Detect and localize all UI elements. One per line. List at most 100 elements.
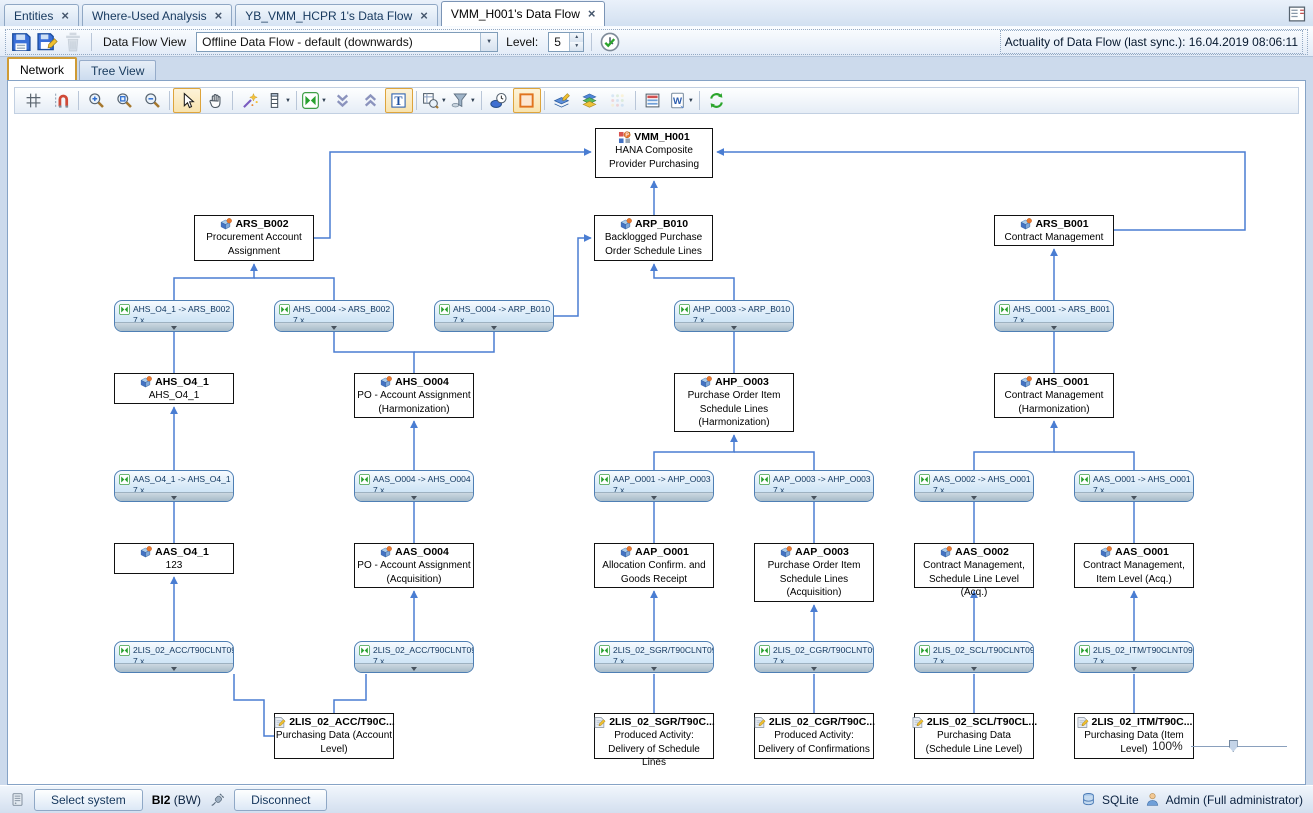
zoom-slider-thumb[interactable] — [1229, 740, 1238, 752]
chevron-down-icon[interactable]: ▼ — [285, 98, 291, 104]
collapse-all-button[interactable] — [329, 88, 357, 113]
zoom-in-button[interactable] — [82, 88, 110, 113]
transformation-expand-handle[interactable] — [355, 663, 473, 672]
entity-node-ds-2lis-02-acc[interactable]: 2LIS_02_ACC/T90C...Purchasing Data (Acco… — [274, 713, 394, 759]
zoom-out-button[interactable] — [138, 88, 166, 113]
transformation-expand-handle[interactable] — [595, 663, 713, 672]
tab-tree-view[interactable]: Tree View — [79, 60, 156, 80]
chevron-down-icon[interactable]: ▼ — [688, 98, 694, 104]
transformation-expand-handle[interactable] — [995, 322, 1113, 331]
transformation-node-tr-ahs-o4-1-ars-b002[interactable]: AHS_O4_1 -> ARS_B0027.x — [114, 300, 234, 332]
transformation-node-tr-2lis-02-scl[interactable]: 2LIS_02_SCL/T90CLNT090 ->...7.x — [914, 641, 1034, 673]
chevron-down-icon[interactable]: ▼ — [441, 98, 447, 104]
transformation-expand-handle[interactable] — [435, 322, 553, 331]
document-tab-yb-vmm-hcpr-1-s-data-flow[interactable]: YB_VMM_HCPR 1's Data Flow× — [235, 4, 438, 26]
grid-button[interactable] — [19, 88, 47, 113]
transformation-expand-handle[interactable] — [595, 492, 713, 501]
transformation-filter-button[interactable]: ▼ — [300, 88, 329, 113]
transformation-expand-handle[interactable] — [1075, 663, 1193, 672]
clock-check-icon[interactable] — [599, 32, 621, 52]
transformation-node-tr-aap-o003-ahp-o003[interactable]: AAP_O003 -> AHP_O0037.x — [754, 470, 874, 502]
snap-button[interactable] — [47, 88, 75, 113]
text-display-button[interactable]: T — [385, 88, 413, 113]
word-export-button[interactable]: W▼ — [667, 88, 696, 113]
document-tab-entities[interactable]: Entities× — [4, 4, 79, 26]
data-flow-select[interactable]: Offline Data Flow - default (downwards) … — [196, 32, 498, 52]
entity-node-vmm-h001[interactable]: PVMM_H001HANA Composite Provider Purchas… — [595, 128, 713, 178]
chevron-down-icon[interactable]: ▼ — [480, 33, 497, 51]
transformation-node-tr-2lis-02-acc-1[interactable]: 2LIS_02_ACC/T90CLNT090 ->...7.x — [114, 641, 234, 673]
transformation-node-tr-ahs-o004-ars-b002[interactable]: AHS_O004 -> ARS_B0027.x — [274, 300, 394, 332]
transformation-expand-handle[interactable] — [115, 663, 233, 672]
disconnect-button[interactable]: Disconnect — [234, 789, 327, 811]
legend-button[interactable] — [639, 88, 667, 113]
close-icon[interactable]: × — [588, 9, 596, 19]
entity-node-ds-2lis-02-cgr[interactable]: 2LIS_02_CGR/T90C...Produced Activity: De… — [754, 713, 874, 759]
window-list-icon[interactable] — [1287, 5, 1307, 23]
transformation-expand-handle[interactable] — [355, 492, 473, 501]
close-icon[interactable]: × — [61, 11, 69, 21]
close-icon[interactable]: × — [420, 11, 428, 21]
entity-node-aap-o003[interactable]: AAP_O003Purchase Order Item Schedule Lin… — [754, 543, 874, 602]
entity-node-aas-o004[interactable]: AAS_O004PO - Account Assignment (Acquisi… — [354, 543, 474, 588]
spinner-down-icon[interactable]: ▼ — [570, 42, 583, 51]
entity-node-arp-b010[interactable]: ARP_B010Backlogged Purchase Order Schedu… — [594, 215, 713, 261]
sync-time-button[interactable] — [485, 88, 513, 113]
close-icon[interactable]: × — [215, 11, 223, 21]
select-system-button[interactable]: Select system — [34, 789, 143, 811]
zoom-slider[interactable] — [1191, 739, 1287, 753]
zoom-select-button[interactable]: ▼ — [420, 88, 449, 113]
transformation-node-tr-2lis-02-itm[interactable]: 2LIS_02_ITM/T90CLNT090 ->...7.x — [1074, 641, 1194, 673]
save-icon[interactable] — [10, 32, 32, 52]
transformation-node-tr-ahs-o001-ars-b001[interactable]: AHS_O001 -> ARS_B0017.x — [994, 300, 1114, 332]
auto-layout-button[interactable] — [236, 88, 264, 113]
transformation-node-tr-aas-o001-ahs-o001[interactable]: AAS_O001 -> AHS_O0017.x — [1074, 470, 1194, 502]
frame-button[interactable] — [513, 88, 541, 113]
transformation-expand-handle[interactable] — [1075, 492, 1193, 501]
transformation-expand-handle[interactable] — [755, 663, 873, 672]
entity-node-aas-o4-1[interactable]: AAS_O4_1123 — [114, 543, 234, 574]
transformation-expand-handle[interactable] — [675, 322, 793, 331]
entity-node-ahs-o004[interactable]: AHS_O004PO - Account Assignment (Harmoni… — [354, 373, 474, 418]
entity-node-ars-b002[interactable]: ARS_B002Procurement Account Assignment — [194, 215, 314, 261]
transformation-expand-handle[interactable] — [115, 492, 233, 501]
entity-node-ahs-o001[interactable]: AHS_O001Contract Management (Harmonizati… — [994, 373, 1114, 418]
chevron-down-icon[interactable]: ▼ — [321, 98, 327, 104]
transformation-node-tr-2lis-02-acc-2[interactable]: 2LIS_02_ACC/T90CLNT090 ->...7.x — [354, 641, 474, 673]
spinner-up-icon[interactable]: ▲ — [570, 33, 583, 42]
document-tab-vmm-h001-s-data-flow[interactable]: VMM_H001's Data Flow× — [441, 1, 606, 26]
transformation-node-tr-aas-o002-ahs-o001[interactable]: AAS_O002 -> AHS_O0017.x — [914, 470, 1034, 502]
transformation-expand-handle[interactable] — [115, 322, 233, 331]
layers-button[interactable] — [576, 88, 604, 113]
edit-layers-button[interactable] — [548, 88, 576, 113]
swimlane-button[interactable]: ▼ — [264, 88, 293, 113]
entity-node-ars-b001[interactable]: ARS_B001Contract Management — [994, 215, 1114, 246]
zoom-page-button[interactable] — [110, 88, 138, 113]
transformation-expand-handle[interactable] — [915, 663, 1033, 672]
transformation-node-tr-aas-o004-ahs-o004[interactable]: AAS_O004 -> AHS_O0047.x — [354, 470, 474, 502]
refresh-button[interactable] — [703, 88, 731, 113]
entity-node-ahp-o003[interactable]: AHP_O003Purchase Order Item Schedule Lin… — [674, 373, 794, 432]
transformation-node-tr-2lis-02-cgr[interactable]: 2LIS_02_CGR/T90CLNT090 ->...7.x — [754, 641, 874, 673]
transformation-expand-handle[interactable] — [915, 492, 1033, 501]
transformation-node-tr-aas-o4-1-ahs-o4-1[interactable]: AAS_O4_1 -> AHS_O4_17.x — [114, 470, 234, 502]
document-tab-where-used-analysis[interactable]: Where-Used Analysis× — [82, 4, 232, 26]
entity-node-aas-o002[interactable]: AAS_O002Contract Management, Schedule Li… — [914, 543, 1034, 588]
entity-node-ds-2lis-02-scl[interactable]: 2LIS_02_SCL/T90CL...Purchasing Data (Sch… — [914, 713, 1034, 759]
entity-node-ds-2lis-02-sgr[interactable]: 2LIS_02_SGR/T90C...Produced Activity: De… — [594, 713, 714, 759]
transformation-node-tr-2lis-02-sgr[interactable]: 2LIS_02_SGR/T90CLNT090 ->...7.x — [594, 641, 714, 673]
entity-node-aap-o001[interactable]: AAP_O001Allocation Confirm. and Goods Re… — [594, 543, 714, 588]
transformation-node-tr-ahs-o004-arp-b010[interactable]: AHS_O004 -> ARP_B0107.x — [434, 300, 554, 332]
transformation-node-tr-ahp-o003-arp-b010[interactable]: AHP_O003 -> ARP_B0107.x — [674, 300, 794, 332]
save-as-icon[interactable] — [36, 32, 58, 52]
entity-node-ahs-o4-1[interactable]: AHS_O4_1AHS_O4_1 — [114, 373, 234, 404]
chevron-down-icon[interactable]: ▼ — [470, 98, 476, 104]
transformation-expand-handle[interactable] — [275, 322, 393, 331]
entity-node-aas-o001[interactable]: AAS_O001Contract Management, Item Level … — [1074, 543, 1194, 588]
transformation-node-tr-aap-o001-ahp-o003[interactable]: AAP_O001 -> AHP_O0037.x — [594, 470, 714, 502]
filter-button[interactable]: ▼ — [449, 88, 478, 113]
select-cursor-button[interactable] — [173, 88, 201, 113]
tab-network[interactable]: Network — [7, 57, 77, 80]
transformation-expand-handle[interactable] — [755, 492, 873, 501]
level-spinner[interactable]: 5 ▲ ▼ — [548, 32, 584, 52]
